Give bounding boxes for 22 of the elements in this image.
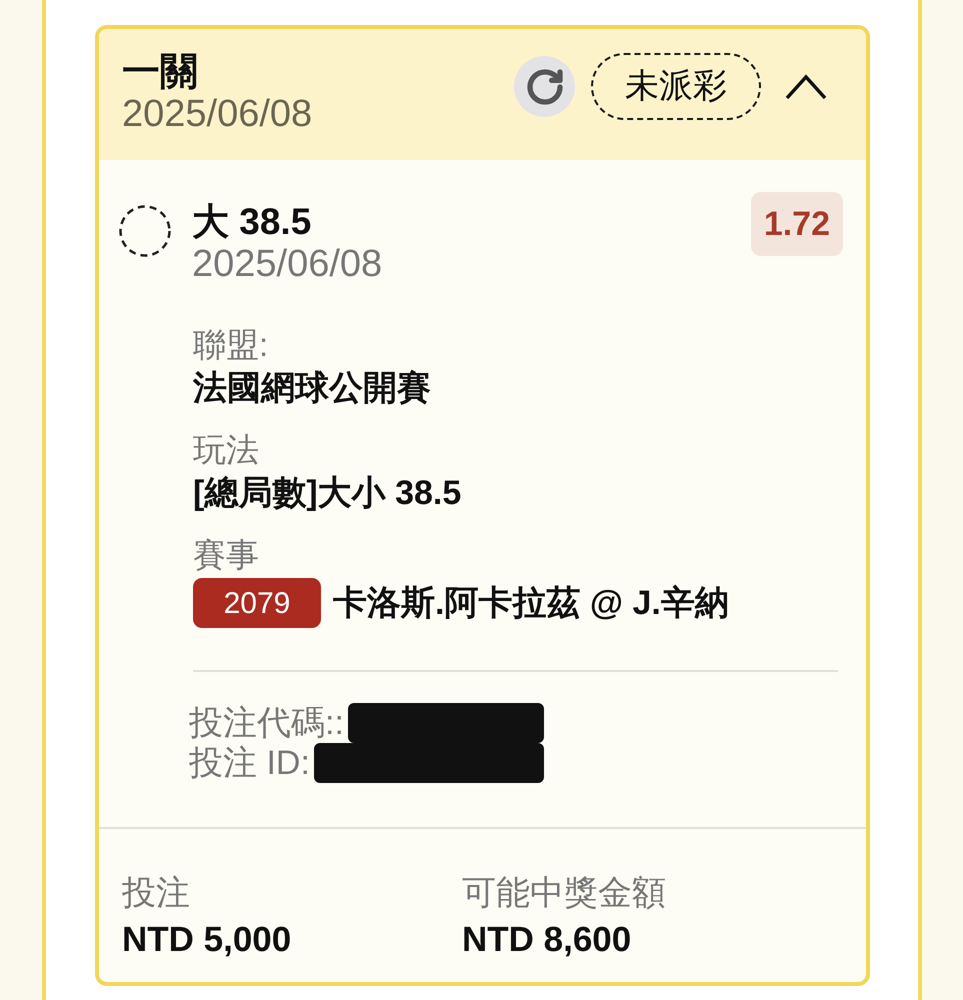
detail-label: 玩法: [193, 430, 259, 470]
reference-label: 投注 ID:: [189, 743, 310, 783]
detail-value: 法國網球公開賽: [193, 368, 431, 408]
chevron-up-icon: [784, 72, 828, 100]
reference-label: 投注代碼::: [189, 703, 344, 743]
total-amount: NTD 5,000: [122, 920, 292, 960]
refresh-icon: [524, 66, 564, 106]
payout-status-tag: 未派彩: [591, 53, 761, 120]
detail-value: 卡洛斯.阿卡拉茲 @ J.辛納: [333, 583, 729, 623]
total-label: 可能中獎金額: [462, 873, 666, 913]
odds-tag: 1.72: [750, 192, 843, 256]
bet-date: 2025/06/08: [122, 94, 312, 134]
bet-type-title: 一關: [122, 50, 198, 94]
selection-date: 2025/06/08: [192, 244, 382, 284]
collapse-toggle[interactable]: [784, 72, 828, 100]
selection-name: 大 38.5: [192, 200, 312, 244]
total-label: 投注: [122, 873, 190, 913]
match-number-tag: 2079: [193, 578, 321, 628]
detail-label: 聯盟:: [193, 325, 268, 365]
total-amount: NTD 8,600: [462, 920, 632, 960]
detail-value: [總局數]大小 38.5: [193, 473, 462, 513]
detail-label: 賽事: [193, 535, 259, 575]
